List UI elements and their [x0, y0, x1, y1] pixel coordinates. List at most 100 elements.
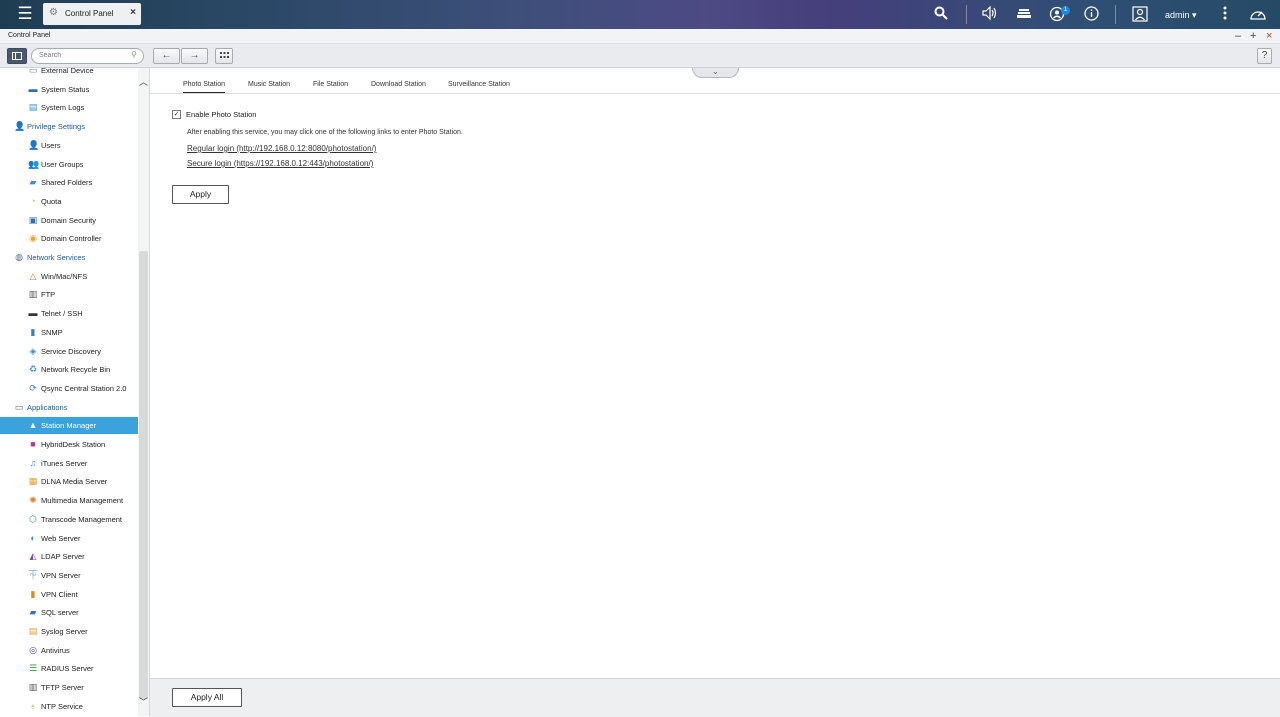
tab-surveillance-station[interactable]: Surveillance Station — [448, 81, 510, 92]
scroll-up-icon[interactable]: ︿ — [138, 76, 149, 88]
winmacnfs-icon: △ — [29, 270, 37, 281]
sidebar-item-label: FTP — [41, 290, 56, 300]
sidebar-item-label: Quota — [41, 196, 62, 206]
user-icon[interactable] — [1131, 6, 1149, 24]
sidebar-category-privilege-settings[interactable]: 👤 Privilege Settings — [0, 118, 138, 135]
sidebar-item-system-logs[interactable]: ▤ System Logs — [0, 99, 138, 116]
sidebar-item-label: LDAP Server — [41, 552, 85, 562]
separator — [1115, 5, 1116, 24]
sidebar-item-transcode-management[interactable]: ⬡ Transcode Management — [0, 511, 138, 528]
globe-icon: ◐ — [30, 532, 36, 543]
user-icon: 👤 — [28, 139, 40, 150]
sidebar-item-network-recycle-bin[interactable]: ♻ Network Recycle Bin — [0, 361, 138, 378]
task-tab-control-panel[interactable]: ⚙ Control Panel × — [43, 3, 141, 25]
ntp-icon: ♁ — [29, 700, 37, 711]
sidebar-item-tftp-server[interactable]: ▥ TFTP Server — [0, 679, 138, 696]
enable-photo-station-label[interactable]: Enable Photo Station — [186, 110, 256, 119]
enable-photo-station-checkbox[interactable]: ✓ — [172, 110, 181, 119]
info-icon[interactable] — [1082, 6, 1100, 24]
volume-icon[interactable] — [981, 5, 999, 24]
sidebar-item-external-device[interactable]: ▭ External Device — [0, 68, 138, 79]
search-icon[interactable]: ⚲ — [131, 50, 137, 59]
apply-button[interactable]: Apply — [172, 185, 229, 204]
sidebar-item-label: Users — [41, 140, 61, 150]
more-icon[interactable] — [1216, 6, 1234, 24]
search-field[interactable]: ⚲ — [31, 48, 144, 64]
tab-music-station[interactable]: Music Station — [248, 81, 290, 92]
top-bar: ☰ ⚙ Control Panel × 1 admin ▾ — [0, 0, 1280, 29]
domain-security-icon: ▣ — [28, 214, 38, 225]
close-button[interactable]: × — [1266, 29, 1272, 43]
sidebar-item-label: NTP Service — [41, 701, 83, 711]
sidebar-category-applications[interactable]: ▭ Applications — [0, 399, 138, 416]
search-icon[interactable] — [932, 6, 950, 24]
terminal-icon: ▬ — [28, 308, 38, 319]
scroll-down-icon[interactable]: ﹀ — [138, 696, 149, 708]
sidebar-item-quota[interactable]: ◔ Quota — [0, 193, 138, 210]
sidebar-item-radius-server[interactable]: ☰ RADIUS Server — [0, 660, 138, 677]
help-button[interactable]: ? — [1257, 48, 1272, 64]
sidebar-item-shared-folders[interactable]: ▰ Shared Folders — [0, 174, 138, 191]
recycle-icon: ♻ — [28, 364, 38, 375]
search-input[interactable] — [39, 50, 125, 61]
sidebar-item-label: iTunes Server — [41, 458, 88, 468]
tasks-icon[interactable] — [1015, 6, 1033, 24]
sidebar-item-label: Station Manager — [41, 421, 97, 431]
sidebar-item-station-manager[interactable]: ▲ Station Manager — [0, 417, 138, 435]
apply-all-button[interactable]: Apply All — [172, 688, 242, 707]
main-panel: ⌄ Photo Station Music Station File Stati… — [150, 68, 1280, 717]
sidebar-item-domain-controller[interactable]: ◉ Domain Controller — [0, 230, 138, 247]
sidebar-item-label: Syslog Server — [41, 627, 88, 636]
sidebar-item-hybriddesk-station[interactable]: ■ HybridDesk Station — [0, 436, 138, 453]
sidebar-item-label: System Logs — [41, 103, 85, 113]
folder-icon: ▰ — [29, 177, 37, 188]
sidebar-item-sql-server[interactable]: ▰ SQL server — [0, 604, 138, 621]
sidebar-item-win-mac-nfs[interactable]: △ Win/Mac/NFS — [0, 268, 138, 285]
tab-file-station[interactable]: File Station — [313, 81, 348, 92]
sidebar-item-snmp[interactable]: ▮ SNMP — [0, 324, 138, 341]
sidebar-item-antivirus[interactable]: ◎ Antivirus — [0, 642, 138, 659]
user-menu[interactable]: admin ▾ — [1165, 10, 1197, 21]
sidebar-item-user-groups[interactable]: 👥 User Groups — [0, 156, 138, 173]
sidebar-icon — [12, 52, 22, 60]
logs-icon: ▤ — [28, 102, 38, 113]
sidebar-item-syslog-server[interactable]: ▤ Syslog Server — [0, 623, 138, 640]
sidebar-item-dlna-media-server[interactable]: ▦ DLNA Media Server — [0, 473, 138, 490]
forward-button[interactable]: → — [181, 48, 208, 64]
sidebar-item-ntp-service[interactable]: ♁ NTP Service — [0, 698, 138, 715]
collapse-handle[interactable]: ⌄ — [692, 68, 739, 78]
hamburger-icon[interactable]: ☰ — [11, 4, 39, 24]
sidebar-toggle-button[interactable] — [7, 48, 27, 64]
sidebar-item-web-server[interactable]: ◐ Web Server — [0, 530, 138, 547]
sidebar-item-itunes-server[interactable]: ♫ iTunes Server — [0, 455, 138, 472]
apps-grid-button[interactable] — [215, 48, 233, 64]
sidebar-item-label: RADIUS Server — [41, 664, 94, 674]
minimize-button[interactable]: – — [1235, 29, 1241, 43]
window-title: Control Panel — [8, 32, 51, 39]
sidebar-item-system-status[interactable]: ▬ System Status — [0, 81, 138, 98]
close-icon[interactable]: × — [130, 8, 136, 18]
maximize-button[interactable]: + — [1250, 29, 1256, 43]
scrollbar-thumb[interactable] — [139, 251, 148, 699]
tab-download-station[interactable]: Download Station — [371, 81, 426, 92]
sidebar-item-domain-security[interactable]: ▣ Domain Security — [0, 212, 138, 229]
database-icon: ▰ — [29, 607, 37, 618]
chevron-down-icon: ⌄ — [712, 67, 719, 76]
sidebar-item-users[interactable]: 👤 Users — [0, 137, 138, 154]
sidebar-item-qsync-central-station-2-0[interactable]: ⟳ Qsync Central Station 2.0 — [0, 380, 138, 397]
dashboard-icon[interactable] — [1249, 6, 1267, 24]
back-button[interactable]: ← — [153, 48, 180, 64]
regular-login-link[interactable]: Regular login (http://192.168.0.12:8080/… — [187, 144, 376, 153]
sidebar-item-ftp[interactable]: ▥ FTP — [0, 286, 138, 303]
gear-icon: ⚙ — [49, 7, 58, 18]
sidebar-item-vpn-server[interactable]: ⏇ VPN Server — [0, 567, 138, 584]
sidebar-category-network-services[interactable]: ◍ Network Services — [0, 249, 138, 266]
sidebar-item-vpn-client[interactable]: ▮ VPN Client — [0, 586, 138, 603]
secure-login-link[interactable]: Secure login (https://192.168.0.12:443/p… — [187, 159, 373, 168]
sidebar-item-service-discovery[interactable]: ◈ Service Discovery — [0, 343, 138, 360]
antivirus-icon: ◎ — [29, 644, 37, 655]
sidebar-item-telnet-ssh[interactable]: ▬ Telnet / SSH — [0, 305, 138, 322]
sidebar-item-label: Service Discovery — [41, 346, 102, 356]
sidebar-item-ldap-server[interactable]: ◭ LDAP Server — [0, 548, 138, 565]
sidebar-item-multimedia-management[interactable]: ✺ Multimedia Management — [0, 492, 138, 509]
